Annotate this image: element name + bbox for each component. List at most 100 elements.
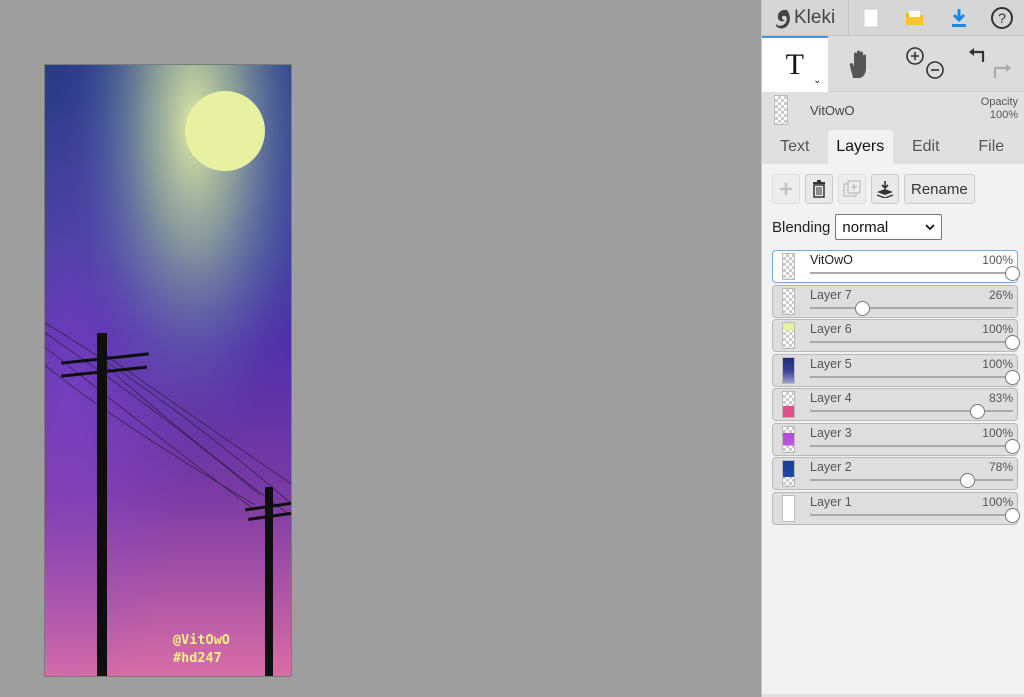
tool-row: T ⌄ bbox=[762, 36, 1024, 92]
chevron-down-icon[interactable]: ⌄ bbox=[813, 75, 821, 86]
current-layer-thumbnail bbox=[774, 95, 788, 125]
delete-layer-button[interactable] bbox=[805, 174, 833, 204]
layer-opacity-value: 100% bbox=[982, 322, 1013, 336]
layer-opacity-handle[interactable] bbox=[1005, 369, 1020, 385]
layer-thumbnail bbox=[782, 460, 795, 487]
layer-name: Layer 4 bbox=[810, 391, 852, 405]
text-tool-button[interactable]: T ⌄ bbox=[762, 36, 828, 92]
layer-row-vitowo[interactable]: VitOwO 100% bbox=[772, 250, 1020, 283]
tab-layers[interactable]: Layers bbox=[827, 130, 893, 164]
duplicate-layer-button[interactable] bbox=[838, 174, 866, 204]
current-layer-info: VitOwO Opacity 100% bbox=[762, 92, 1024, 128]
current-layer-opacity: Opacity 100% bbox=[981, 96, 1018, 122]
merge-layers-icon bbox=[876, 181, 894, 198]
opacity-value: 100% bbox=[989, 109, 1018, 121]
svg-text:?: ? bbox=[998, 10, 1006, 26]
tab-file[interactable]: File bbox=[959, 130, 1024, 164]
layer-thumbnail bbox=[782, 425, 795, 453]
layer-row-layer-4[interactable]: Layer 4 83% bbox=[772, 388, 1018, 421]
layer-thumbnail bbox=[782, 356, 795, 384]
open-folder-icon bbox=[905, 10, 924, 25]
trash-icon bbox=[813, 180, 825, 198]
zoom-icon bbox=[905, 47, 944, 79]
layer-opacity-slider[interactable] bbox=[810, 306, 1013, 309]
drawing-canvas[interactable]: @VitOwO #hd247 bbox=[44, 64, 292, 677]
layer-row-layer-5[interactable]: Layer 5 100% bbox=[772, 353, 1020, 387]
new-image-icon bbox=[863, 8, 879, 27]
open-image-button[interactable] bbox=[893, 0, 937, 36]
panel-tabs: Text Layers Edit File bbox=[762, 130, 1024, 164]
hand-tool-button[interactable] bbox=[828, 36, 894, 92]
blending-value: normal bbox=[842, 218, 889, 236]
tab-edit[interactable]: Edit bbox=[893, 130, 959, 164]
layer-thumbnail bbox=[782, 322, 795, 349]
layer-name: Layer 1 bbox=[810, 494, 852, 509]
current-layer-name: VitOwO bbox=[810, 102, 855, 118]
canvas-workspace[interactable]: @VitOwO #hd247 bbox=[0, 0, 761, 697]
layer-opacity-slider[interactable] bbox=[810, 375, 1013, 378]
help-button[interactable]: ? bbox=[980, 0, 1024, 36]
download-icon bbox=[951, 8, 966, 27]
layer-opacity-handle[interactable] bbox=[1005, 266, 1020, 281]
layer-name: Layer 7 bbox=[810, 287, 852, 302]
layer-opacity-handle[interactable] bbox=[1005, 438, 1020, 454]
hand-tool-icon bbox=[850, 50, 867, 78]
duplicate-icon bbox=[843, 180, 861, 197]
layer-opacity-handle[interactable] bbox=[854, 300, 870, 316]
signature: @VitOwO #hd247 bbox=[173, 631, 230, 667]
blending-select[interactable]: normal bbox=[835, 214, 943, 240]
layer-name: VitOwO bbox=[810, 253, 853, 267]
merge-down-button[interactable] bbox=[871, 174, 899, 204]
blending-row: Blending normal bbox=[772, 214, 1018, 240]
layer-opacity-handle[interactable] bbox=[1005, 335, 1020, 350]
new-image-button[interactable] bbox=[849, 0, 893, 36]
layer-row-layer-2[interactable]: Layer 2 78% bbox=[772, 457, 1018, 490]
blending-label: Blending bbox=[772, 218, 831, 236]
layer-list: VitOwO 100% Layer 7 26% Layer 6 100% Lay… bbox=[768, 250, 1020, 525]
rename-button[interactable]: Rename bbox=[904, 174, 975, 204]
layer-opacity-value: 83% bbox=[988, 391, 1013, 405]
layer-name: Layer 5 bbox=[810, 356, 852, 371]
layer-opacity-value: 100% bbox=[982, 494, 1013, 509]
redo-icon bbox=[994, 64, 1012, 78]
layer-opacity-handle[interactable] bbox=[1005, 507, 1020, 523]
text-tool-icon: T bbox=[785, 48, 804, 81]
top-toolbar: Kleki ? bbox=[762, 0, 1024, 36]
layer-opacity-handle[interactable] bbox=[970, 404, 986, 419]
help-icon: ? bbox=[991, 6, 1014, 29]
layer-name: Layer 6 bbox=[810, 322, 852, 336]
layer-opacity-handle[interactable] bbox=[960, 473, 976, 488]
layer-opacity-value: 100% bbox=[982, 356, 1013, 371]
undo-icon bbox=[969, 48, 985, 62]
layer-row-layer-6[interactable]: Layer 6 100% bbox=[772, 319, 1020, 352]
layer-opacity-slider[interactable] bbox=[810, 272, 1013, 274]
layer-opacity-slider[interactable] bbox=[810, 513, 1013, 516]
layer-thumbnail bbox=[782, 287, 795, 315]
layer-row-layer-1[interactable]: Layer 1 100% bbox=[772, 491, 1020, 525]
undo-redo-buttons[interactable] bbox=[959, 36, 1024, 92]
layer-opacity-value: 100% bbox=[982, 425, 1013, 440]
opacity-label: Opacity bbox=[980, 96, 1018, 108]
signature-line-1: @VitOwO bbox=[173, 632, 230, 648]
layer-thumbnail bbox=[782, 391, 795, 418]
layer-opacity-value: 26% bbox=[988, 287, 1013, 302]
layer-row-layer-3[interactable]: Layer 3 100% bbox=[772, 422, 1020, 456]
layer-actions: Rename bbox=[772, 174, 1018, 204]
add-layer-button[interactable] bbox=[772, 174, 800, 204]
tab-text[interactable]: Text bbox=[762, 130, 828, 164]
layer-thumbnail bbox=[782, 494, 795, 522]
layer-thumbnail bbox=[782, 253, 795, 280]
layers-panel: Rename Blending normal VitOwO 100% Layer… bbox=[762, 164, 1024, 694]
signature-line-2: #hd247 bbox=[173, 650, 222, 666]
layer-row-layer-7[interactable]: Layer 7 26% bbox=[772, 284, 1018, 318]
layer-name: Layer 3 bbox=[810, 425, 852, 440]
chevron-down-icon bbox=[925, 224, 936, 231]
kleki-logo-area[interactable]: Kleki bbox=[762, 0, 850, 36]
app-name: Kleki bbox=[794, 6, 836, 28]
layer-opacity-slider[interactable] bbox=[810, 444, 1013, 447]
kleki-logo-icon bbox=[775, 9, 790, 28]
layer-opacity-slider[interactable] bbox=[810, 341, 1013, 343]
layer-opacity-slider[interactable] bbox=[810, 479, 1013, 481]
zoom-buttons[interactable] bbox=[893, 36, 959, 92]
download-button[interactable] bbox=[937, 0, 981, 36]
